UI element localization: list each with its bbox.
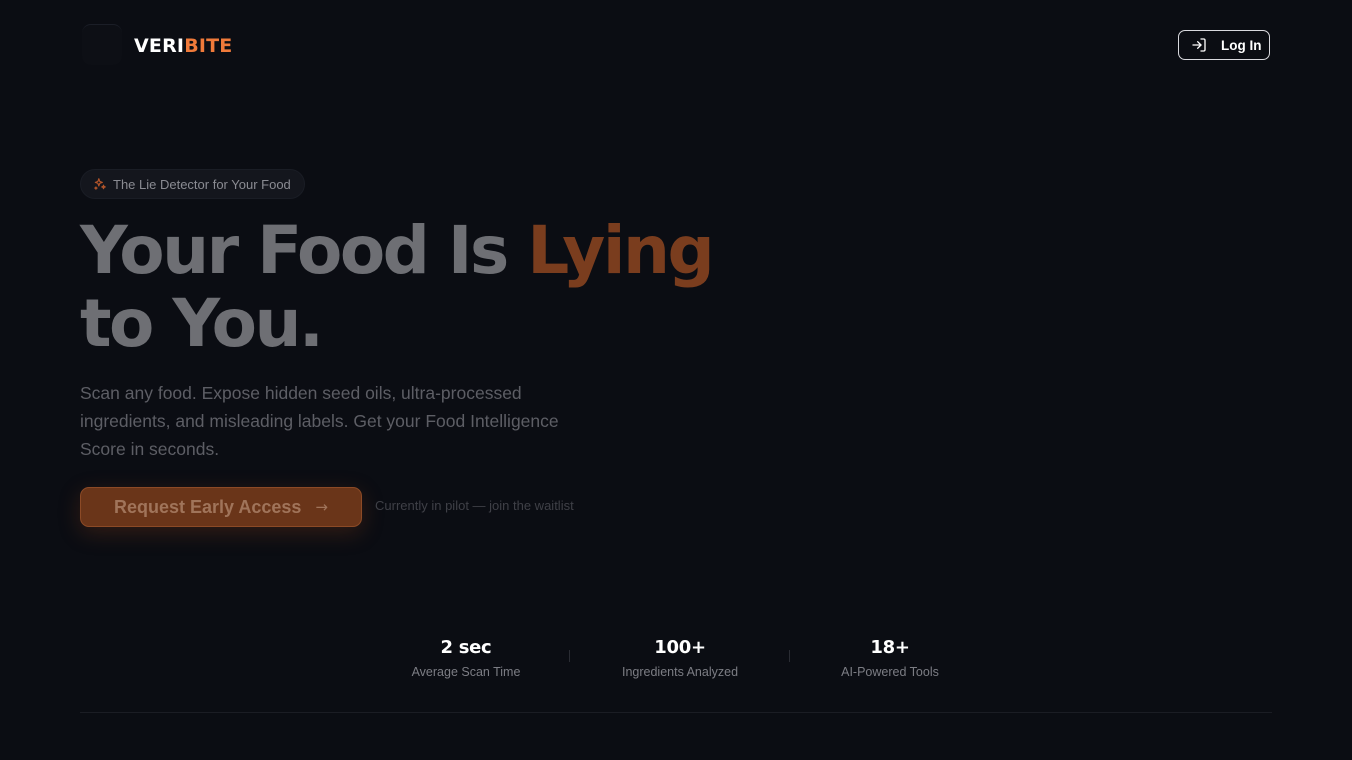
section-divider xyxy=(80,712,1272,713)
arrow-right-icon: → xyxy=(315,497,328,516)
brand-logo[interactable]: VERIBITE xyxy=(134,34,232,58)
stat-ai-tools: 18+ AI-Powered Tools xyxy=(830,636,950,680)
stat-label: Average Scan Time xyxy=(411,665,521,679)
tagline-badge: The Lie Detector for Your Food xyxy=(80,169,305,199)
stat-divider xyxy=(569,650,570,662)
stat-value: 18+ xyxy=(870,637,910,658)
stat-ingredients: 100+ Ingredients Analyzed xyxy=(610,636,750,680)
stat-value: 2 sec xyxy=(440,637,492,658)
cta-label: Request Early Access xyxy=(113,496,302,517)
login-button[interactable]: Log In xyxy=(1178,30,1270,60)
log-in-icon xyxy=(1191,37,1207,53)
stat-scan-time: 2 sec Average Scan Time xyxy=(406,636,526,680)
logo-icon[interactable] xyxy=(82,24,122,65)
stat-value: 100+ xyxy=(654,637,706,658)
stat-label: Ingredients Analyzed xyxy=(621,665,739,679)
headline-part2: to You. xyxy=(80,285,324,362)
hero-subtitle: Scan any food. Expose hidden seed oils, … xyxy=(80,383,559,459)
request-early-access-button[interactable]: Request Early Access → xyxy=(80,487,362,527)
brand-name-part1: VERI xyxy=(134,35,185,57)
stat-label: AI-Powered Tools xyxy=(841,665,939,679)
headline-accent: Lying xyxy=(527,212,714,289)
brand-name-part2: BITE xyxy=(184,35,233,57)
stat-divider xyxy=(789,650,790,662)
landing-page: VERIBITE Log In The Lie Detector for You… xyxy=(0,0,1352,760)
waitlist-note: Currently in pilot — join the waitlist xyxy=(375,498,574,513)
login-label: Log In xyxy=(1221,37,1262,53)
sparkles-icon xyxy=(93,177,107,191)
tagline-text: The Lie Detector for Your Food xyxy=(113,176,291,192)
headline-part1: Your Food Is xyxy=(80,212,528,289)
hero-headline: Your Food Is Lying to You. xyxy=(80,214,800,360)
